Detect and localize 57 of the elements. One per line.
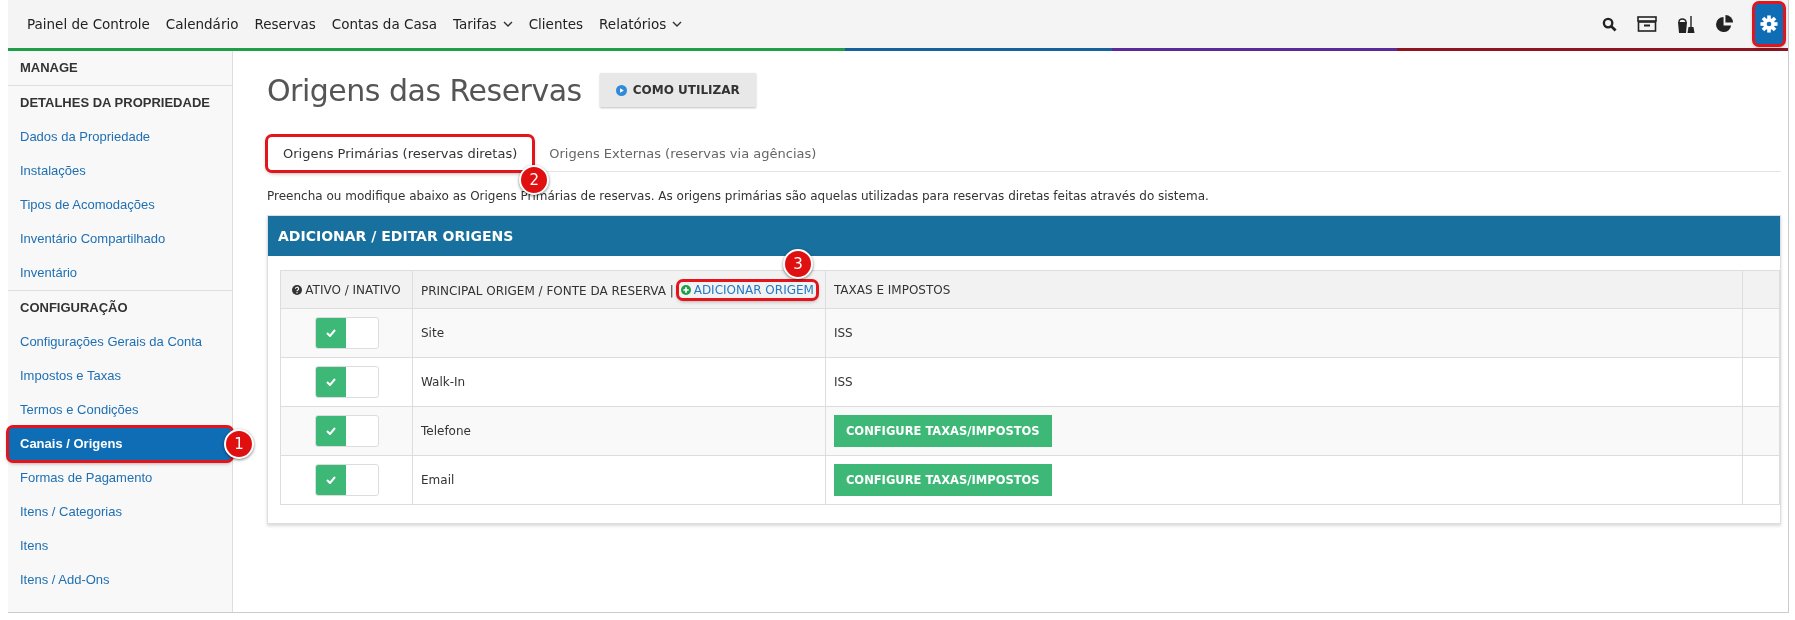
- pie-chart-icon[interactable]: [1715, 14, 1734, 34]
- origin-cell: Walk-In: [412, 357, 826, 407]
- sidebar-item[interactable]: Tipos de Acomodações: [8, 188, 232, 222]
- sidebar-item[interactable]: Instalações: [8, 154, 232, 188]
- column-header: PRINCIPAL ORIGEM / FONTE DA RESERVA: [421, 283, 666, 298]
- add-origin-link[interactable]: ADICIONAR ORIGEM: [677, 280, 817, 299]
- check-icon: [325, 329, 336, 337]
- sidebar-item[interactable]: Canais / Origens: [8, 427, 232, 461]
- page-title: Origens das Reservas: [267, 72, 582, 108]
- callout-number: 1: [224, 429, 254, 459]
- plus-circle-icon: [680, 284, 691, 295]
- settings-icon: [1760, 15, 1778, 33]
- nav-link[interactable]: Painel de Controle: [20, 10, 157, 38]
- tab[interactable]: Origens Primárias (reservas diretas): [267, 136, 534, 171]
- origin-cell: Site: [412, 308, 826, 358]
- sidebar-heading: CONFIGURAÇÃO: [19, 299, 129, 317]
- help-button[interactable]: COMO UTILIZAR: [599, 73, 756, 107]
- sidebar-item[interactable]: Formas de Pagamento: [8, 461, 232, 495]
- toggle-switch[interactable]: [314, 464, 379, 496]
- sidebar-item[interactable]: Dados da Propriedade: [8, 120, 232, 154]
- sidebar-title: MANAGE: [19, 59, 79, 77]
- check-icon: [325, 476, 336, 484]
- nav-link[interactable]: Calendário: [158, 10, 246, 38]
- search-icon[interactable]: [1602, 16, 1617, 32]
- taxes-cell: ISS: [825, 357, 1743, 407]
- origin-cell: Telefone: [412, 406, 826, 456]
- column-header: ATIVO / INATIVO: [292, 282, 401, 297]
- check-icon: [325, 427, 336, 435]
- sidebar-item[interactable]: Itens / Categorias: [8, 495, 232, 529]
- nav-dropdown[interactable]: Relatórios: [592, 10, 690, 38]
- toggle-switch[interactable]: [314, 366, 379, 398]
- taxes-cell: ISS: [825, 308, 1743, 358]
- origin-cell: Email: [412, 455, 826, 505]
- toggle-switch[interactable]: [314, 415, 379, 447]
- check-icon: [325, 378, 336, 386]
- sidebar-heading: DETALHES DA PROPRIEDADE: [19, 94, 211, 112]
- settings-button[interactable]: [1754, 3, 1784, 45]
- toggle-switch[interactable]: [314, 317, 379, 349]
- separator-text: |: [669, 283, 674, 298]
- nav-link[interactable]: Reservas: [247, 10, 323, 38]
- play-icon: [615, 84, 627, 96]
- sidebar-item[interactable]: Configurações Gerais da Conta: [8, 325, 232, 359]
- sidebar-item[interactable]: Impostos e Taxas: [8, 359, 232, 393]
- sidebar-item[interactable]: Itens: [8, 529, 232, 563]
- help-icon: [292, 284, 303, 295]
- drawer-icon[interactable]: [1637, 16, 1657, 32]
- column-header: TAXAS E IMPOSTOS: [833, 282, 951, 297]
- bucket-broom-icon[interactable]: [1677, 14, 1695, 34]
- sidebar-item[interactable]: Inventário Compartilhado: [8, 222, 232, 256]
- nav-link[interactable]: Clientes: [521, 10, 591, 38]
- sidebar-item[interactable]: Termos e Condições: [8, 393, 232, 427]
- sidebar-item[interactable]: Inventário: [8, 256, 232, 290]
- tab[interactable]: Origens Externas (reservas via agências): [533, 136, 833, 171]
- nav-link[interactable]: Contas da Casa: [324, 10, 444, 38]
- nav-dropdown[interactable]: Tarifas: [446, 10, 520, 38]
- panel-header: ADICIONAR / EDITAR ORIGENS: [268, 216, 1780, 256]
- sidebar-item[interactable]: Itens / Add-Ons: [8, 563, 232, 597]
